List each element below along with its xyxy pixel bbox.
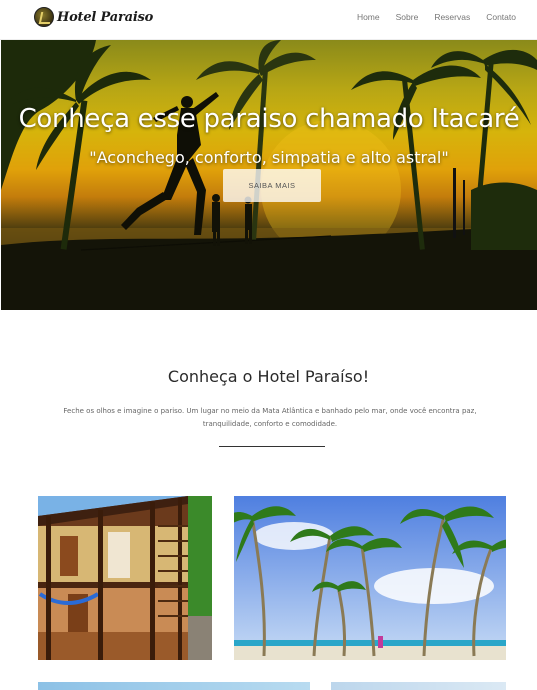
intro-text: Feche os olhos e imagine o pariso. Um lu… (63, 407, 477, 428)
hero-title: Conheça esse paraiso chamado Itacaré (18, 104, 520, 134)
saiba-mais-button[interactable]: SAIBA MAIS (223, 169, 321, 202)
nav-link-sobre[interactable]: Sobre (396, 12, 419, 22)
logo[interactable]: Hotel Paraiso (34, 6, 153, 28)
logo-text: Hotel Paraiso (57, 9, 154, 25)
nav-menu: Home Sobre Reservas Contato (341, 12, 516, 22)
gallery-photo-hotel-veranda[interactable] (38, 496, 212, 660)
gallery-photo-3[interactable] (38, 682, 310, 690)
hotel-logo-icon (34, 7, 54, 27)
nav-link-contato[interactable]: Contato (486, 12, 516, 22)
gallery-photo-palm-beach[interactable] (234, 496, 506, 660)
nav-link-reservas[interactable]: Reservas (434, 12, 470, 22)
nav-link-home[interactable]: Home (357, 12, 380, 22)
gallery-photo-4[interactable] (331, 682, 506, 690)
hero-banner: Conheça esse paraiso chamado Itacaré "Ac… (1, 40, 537, 310)
intro-title: Conheça o Hotel Paraíso! (167, 367, 370, 386)
hero-subtitle: "Aconchego, conforto, simpatia e alto as… (89, 148, 449, 167)
navbar: Hotel Paraiso Home Sobre Reservas Contat… (0, 0, 537, 40)
section-divider (219, 446, 325, 447)
